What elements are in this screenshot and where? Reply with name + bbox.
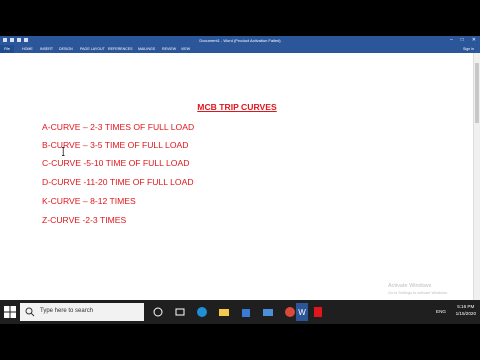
document-heading: MCB TRIP CURVES — [197, 102, 277, 112]
edge-icon[interactable] — [196, 306, 208, 318]
sign-in-link[interactable]: Sign in — [463, 47, 474, 51]
windows-start-icon[interactable] — [4, 306, 16, 318]
window-title: Document1 - Word (Product Activation Fai… — [199, 38, 281, 43]
tab-mailings[interactable]: MAILINGS — [138, 47, 155, 51]
store-icon[interactable] — [240, 306, 252, 318]
svg-text:W: W — [298, 308, 306, 317]
pdf-reader-icon[interactable] — [312, 306, 324, 318]
cortana-icon[interactable] — [152, 306, 164, 318]
tab-insert[interactable]: INSERT — [40, 47, 53, 51]
watermark-subtitle: Go to Settings to activate Windows. — [388, 291, 448, 295]
system-tray-clock[interactable]: 5:16 PM 1/15/2020 — [456, 304, 476, 317]
minimize-button[interactable]: – — [450, 37, 453, 43]
curve-line-a: A-CURVE – 2-3 TIMES OF FULL LOAD — [42, 122, 195, 132]
vertical-scrollbar[interactable] — [473, 53, 480, 316]
file-explorer-icon[interactable] — [218, 306, 230, 318]
word-window: Document1 - Word (Product Activation Fai… — [0, 36, 480, 324]
mail-icon[interactable] — [262, 306, 274, 318]
tab-view[interactable]: VIEW — [181, 47, 190, 51]
task-view-icon[interactable] — [174, 306, 186, 318]
activate-windows-watermark: Activate Windows Go to Settings to activ… — [388, 283, 448, 297]
taskbar-search-box[interactable]: Type here to search — [20, 303, 144, 321]
curve-line-k: K-CURVE – 8-12 TIMES — [42, 196, 136, 206]
maximize-button[interactable]: □ — [461, 37, 464, 43]
tab-file[interactable]: File — [0, 45, 14, 53]
tab-home[interactable]: HOME — [22, 47, 33, 51]
app-icon[interactable] — [284, 306, 296, 318]
windows-taskbar: Type here to search W 5:16 PM 1/15/2020 … — [0, 300, 480, 324]
input-language[interactable]: ENG — [436, 309, 446, 314]
curve-line-c: C-CURVE -5-10 TIME OF FULL LOAD — [42, 158, 190, 168]
clock-time: 5:16 PM — [457, 304, 475, 309]
text-cursor-icon — [62, 147, 65, 156]
tab-design[interactable]: DESIGN — [59, 47, 73, 51]
title-bar: Document1 - Word (Product Activation Fai… — [0, 36, 480, 45]
word-taskbar-icon[interactable]: W — [296, 303, 308, 321]
watermark-title: Activate Windows — [388, 283, 432, 289]
close-button[interactable]: ✕ — [472, 37, 476, 43]
ribbon-tabs: File HOME INSERT DESIGN PAGE LAYOUT REFE… — [0, 45, 480, 53]
tab-page-layout[interactable]: PAGE LAYOUT — [80, 47, 105, 51]
search-placeholder: Type here to search — [40, 308, 94, 314]
curve-line-z: Z-CURVE -2-3 TIMES — [42, 215, 127, 225]
tab-references[interactable]: REFERENCES — [108, 47, 133, 51]
tab-review[interactable]: REVIEW — [162, 47, 176, 51]
search-icon — [25, 307, 35, 317]
clock-date: 1/15/2020 — [455, 310, 476, 316]
curve-line-d: D-CURVE -11-20 TIME OF FULL LOAD — [42, 177, 194, 187]
window-controls: – □ ✕ — [450, 37, 476, 43]
scrollbar-thumb[interactable] — [475, 63, 479, 123]
